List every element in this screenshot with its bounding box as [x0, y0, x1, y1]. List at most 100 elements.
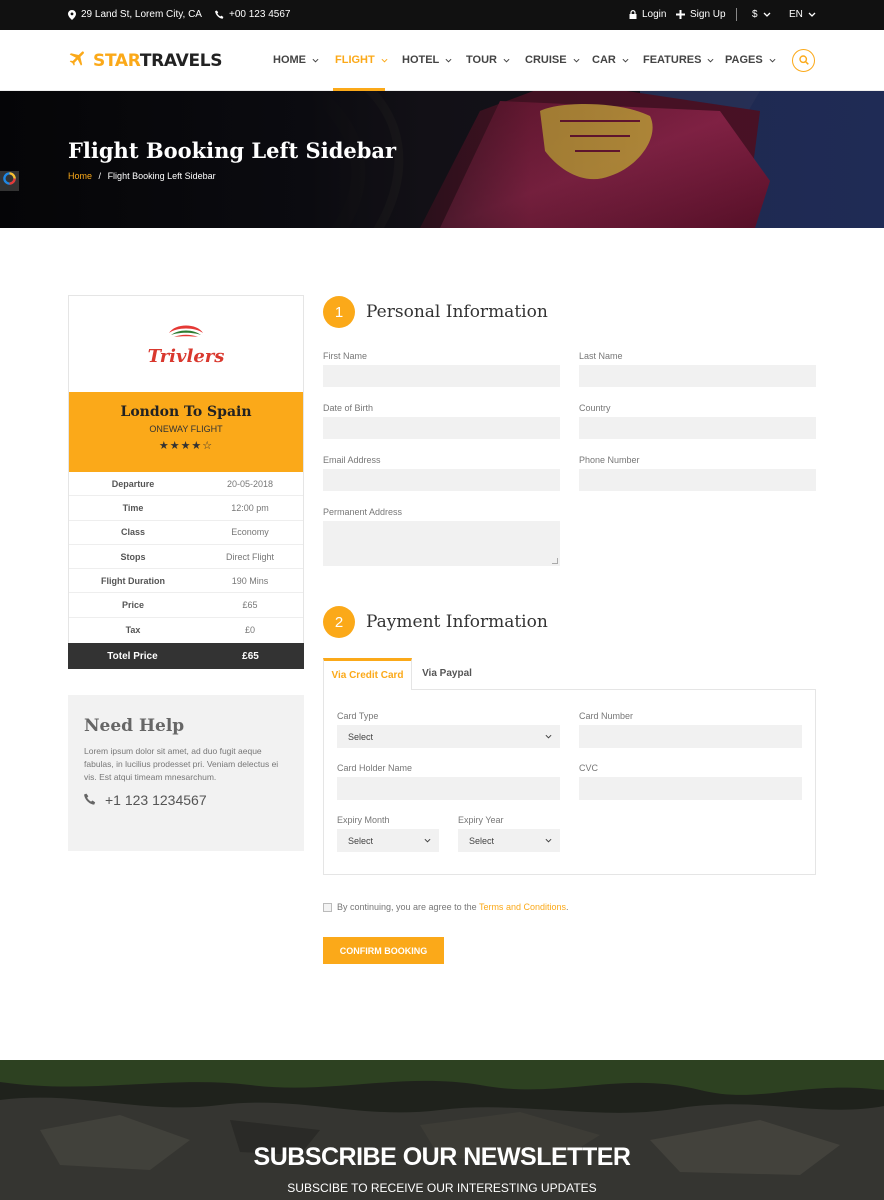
address-info: 29 Land St, Lorem City, CA: [68, 9, 202, 20]
detail-value: 20-05-2018: [226, 478, 274, 489]
nav-pages[interactable]: PAGES: [725, 54, 776, 66]
breadcrumb-current: Flight Booking Left Sidebar: [107, 171, 216, 181]
confirm-booking-button[interactable]: CONFIRM BOOKING: [323, 937, 444, 964]
chevron-down-icon: [312, 54, 319, 66]
newsletter-section: SUBSCRIBE OUR NEWSLETTER SUBSCIBE TO REC…: [0, 1060, 884, 1200]
card-type-label: Card Type: [337, 711, 379, 721]
need-help-text: Lorem ipsum dolor sit amet, ad duo fugit…: [84, 746, 279, 782]
card-number-label: Card Number: [579, 711, 634, 721]
detail-label: Class: [120, 527, 146, 538]
total-price-label: Totel Price: [107, 650, 158, 662]
detail-label: Price: [121, 600, 145, 611]
last-name-input[interactable]: [579, 365, 816, 387]
phone-text: +00 123 4567: [229, 9, 291, 20]
flight-type: ONEWAY FLIGHT: [149, 424, 223, 434]
airplane-icon: [68, 48, 88, 73]
address-text: 29 Land St, Lorem City, CA: [81, 9, 202, 20]
help-phone[interactable]: +1 123 1234567: [84, 792, 207, 808]
chevron-down-icon: [545, 732, 552, 741]
breadcrumb-separator: /: [98, 171, 102, 181]
chevron-down-icon: [445, 54, 452, 66]
country-label: Country: [579, 403, 611, 413]
detail-value: Direct Flight: [225, 551, 274, 562]
card-type-select[interactable]: Select: [337, 725, 560, 748]
detail-label: Tax: [125, 624, 141, 635]
search-icon: [798, 52, 809, 70]
first-name-input[interactable]: [323, 365, 560, 387]
expiry-month-select[interactable]: Select: [337, 829, 439, 852]
expiry-year-label: Expiry Year: [458, 815, 504, 825]
address-label: Permanent Address: [323, 507, 403, 517]
top-bar: 29 Land St, Lorem City, CA +00 123 4567 …: [0, 0, 884, 30]
route-title: London To Spain: [120, 404, 252, 420]
signup-link[interactable]: Sign Up: [676, 9, 726, 20]
breadcrumb: Home / Flight Booking Left Sidebar: [68, 171, 216, 181]
phone-icon: [84, 792, 96, 808]
card-holder-label: Card Holder Name: [337, 763, 413, 773]
first-name-label: First Name: [323, 351, 368, 361]
map-pin-icon: [68, 9, 76, 20]
phone-number-input[interactable]: [579, 469, 816, 491]
cvc-label: CVC: [579, 763, 599, 773]
step-number-badge: 1: [323, 296, 355, 328]
need-help-title: Need Help: [84, 716, 185, 736]
total-price-row: Totel Price £65: [68, 643, 304, 669]
nav-features[interactable]: FEATURES: [643, 54, 714, 66]
nav-tour[interactable]: TOUR: [466, 54, 510, 66]
terms-end: .: [565, 902, 569, 912]
detail-value: 12:00 pm: [231, 502, 269, 513]
payment-info-title: Payment Information: [366, 612, 548, 632]
last-name-label: Last Name: [579, 351, 623, 361]
tab-paypal[interactable]: Via Paypal: [412, 658, 482, 689]
dob-input[interactable]: [323, 417, 560, 439]
card-holder-input[interactable]: [337, 777, 560, 800]
detail-row: Departure 20-05-2018: [69, 472, 303, 497]
currency-select[interactable]: $: [752, 9, 771, 20]
expiry-year-select[interactable]: Select: [458, 829, 560, 852]
detail-label: Flight Duration: [101, 575, 165, 586]
detail-label: Time: [122, 502, 144, 513]
login-link[interactable]: Login: [629, 9, 666, 20]
breadcrumb-home-link[interactable]: Home: [68, 171, 92, 181]
airline-logo: Trivlers: [69, 296, 303, 392]
plus-icon: [676, 10, 685, 19]
language-select[interactable]: EN: [789, 9, 816, 20]
divider: [736, 8, 737, 21]
terms-checkbox[interactable]: [323, 902, 332, 912]
dob-label: Date of Birth: [323, 403, 374, 413]
nav-flight[interactable]: FLIGHT: [335, 54, 388, 66]
email-input[interactable]: [323, 469, 560, 491]
chevron-down-icon: [763, 12, 771, 17]
phone-icon: [215, 10, 224, 19]
page-title: Flight Booking Left Sidebar: [68, 138, 397, 163]
detail-value: 190 Mins: [231, 575, 269, 586]
nav-hotel[interactable]: HOTEL: [402, 54, 452, 66]
total-price-value: £65: [242, 650, 259, 662]
page-hero: Flight Booking Left Sidebar Home / Fligh…: [0, 91, 884, 228]
terms-link[interactable]: Terms and Conditions: [479, 902, 566, 912]
address-textarea[interactable]: [323, 521, 560, 566]
tab-credit-card[interactable]: Via Credit Card: [323, 658, 412, 690]
expiry-year-value: Select: [469, 835, 495, 846]
detail-value: £65: [242, 600, 258, 611]
card-number-input[interactable]: [579, 725, 802, 748]
currency-label: $: [752, 9, 758, 20]
detail-row: Class Economy: [69, 521, 303, 545]
cvc-input[interactable]: [579, 777, 802, 800]
nav-home[interactable]: HOME: [273, 54, 319, 66]
signup-label: Sign Up: [690, 9, 726, 20]
resize-handle-icon[interactable]: [552, 558, 558, 564]
detail-value: £0: [244, 624, 255, 635]
chevron-down-icon: [573, 54, 580, 66]
terms-text: By continuing, you are agree to the: [337, 902, 477, 912]
chevron-down-icon: [503, 54, 510, 66]
nav-cruise[interactable]: CRUISE: [525, 54, 580, 66]
search-button[interactable]: [792, 49, 815, 72]
nav-car[interactable]: CAR: [592, 54, 629, 66]
phone-number-label: Phone Number: [579, 455, 640, 465]
site-logo[interactable]: STARTRAVELS: [68, 48, 223, 73]
color-switcher-button[interactable]: [0, 171, 19, 191]
country-input[interactable]: [579, 417, 816, 439]
expiry-month-value: Select: [348, 835, 374, 846]
chevron-down-icon: [622, 54, 629, 66]
